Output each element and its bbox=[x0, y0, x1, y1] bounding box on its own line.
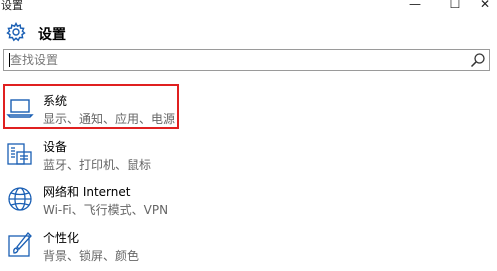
search-input[interactable] bbox=[10, 50, 450, 70]
settings-item-subtitle: 背景、锁屏、颜色 bbox=[43, 249, 140, 263]
page-title: 设置 bbox=[38, 27, 66, 43]
close-button[interactable]: ✕ bbox=[465, 0, 497, 11]
header bbox=[0, 21, 497, 47]
settings-item-network[interactable]: 网络和 Internet Wi-Fi、飞行模式、VPN bbox=[0, 181, 497, 225]
settings-item-devices[interactable]: 设备 蓝牙、打印机、鼠标 bbox=[0, 136, 497, 180]
settings-item-subtitle: Wi-Fi、飞行模式、VPN bbox=[43, 203, 169, 217]
settings-item-personalization[interactable]: 个性化 背景、锁屏、颜色 bbox=[0, 227, 497, 271]
gear-icon bbox=[6, 22, 26, 42]
settings-item-title: 网络和 Internet bbox=[43, 185, 131, 199]
search-icon[interactable] bbox=[470, 52, 486, 68]
minimize-button[interactable]: — bbox=[395, 0, 435, 11]
settings-item-title: 设备 bbox=[43, 140, 68, 154]
settings-item-title: 个性化 bbox=[43, 231, 80, 245]
settings-item-subtitle: 蓝牙、打印机、鼠标 bbox=[43, 158, 152, 172]
globe-icon bbox=[8, 187, 32, 211]
window-title: 设置 bbox=[1, 0, 23, 12]
search-box[interactable] bbox=[3, 49, 490, 71]
keyboard-printer-icon bbox=[7, 143, 32, 165]
paint-brush-icon bbox=[8, 232, 32, 257]
highlight-box bbox=[3, 84, 179, 129]
title-bar: 设置 — ☐ ✕ bbox=[0, 0, 497, 14]
